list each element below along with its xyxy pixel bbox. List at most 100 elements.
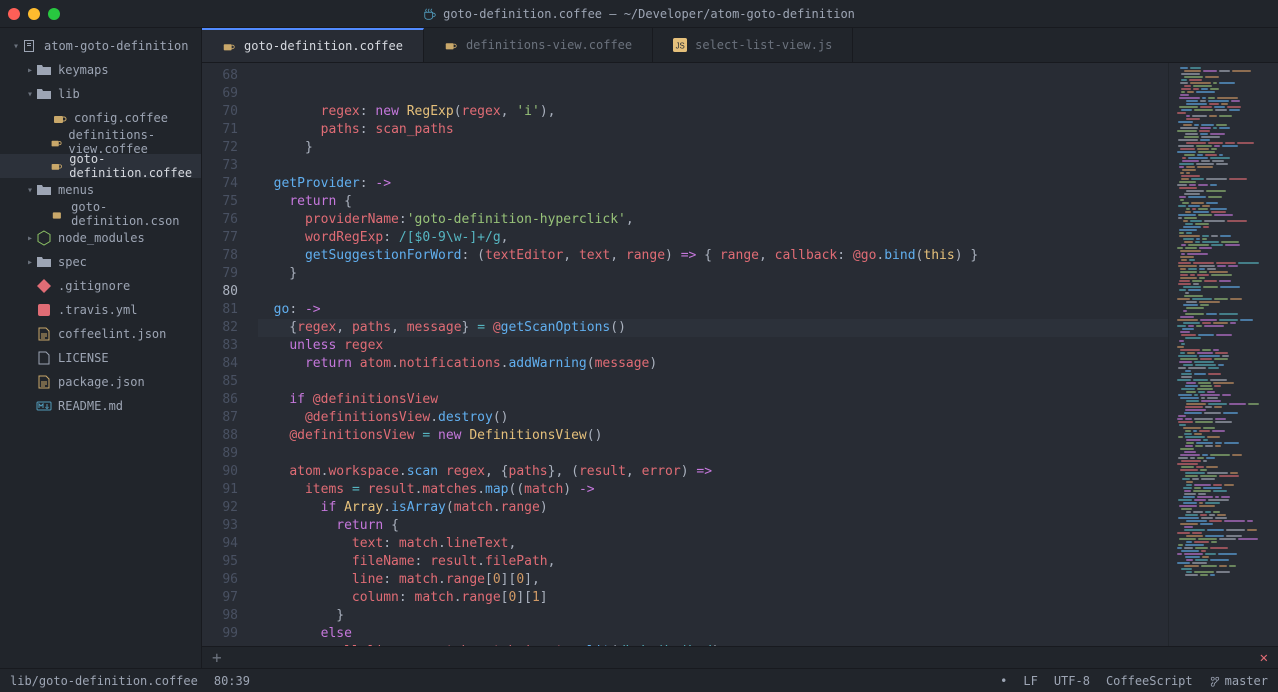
line-number: 78 xyxy=(202,247,238,265)
status-line-ending[interactable]: LF xyxy=(1023,674,1037,688)
code-line[interactable]: return { xyxy=(258,517,1168,535)
chevron-icon: ▸ xyxy=(24,65,36,76)
status-encoding[interactable]: UTF-8 xyxy=(1054,674,1090,688)
line-number: 94 xyxy=(202,535,238,553)
code-line[interactable]: atom.workspace.scan regex, {paths}, (res… xyxy=(258,463,1168,481)
code-line[interactable]: @definitionsView = new DefinitionsView() xyxy=(258,427,1168,445)
line-number: 68 xyxy=(202,67,238,85)
window-minimize-button[interactable] xyxy=(28,8,40,20)
coffee-icon xyxy=(423,7,437,21)
code-line[interactable]: paths: scan_paths xyxy=(258,121,1168,139)
traffic-lights xyxy=(8,8,60,20)
tab-label: goto-definition.coffee xyxy=(244,39,403,53)
code-line[interactable]: return { xyxy=(258,193,1168,211)
tree-item-label: goto-definition.cson xyxy=(71,200,201,228)
file-tree-sidebar[interactable]: ▾ atom-goto-definition ▸keymaps▾lib conf… xyxy=(0,28,202,668)
code-line[interactable]: regex: new RegExp(regex, 'i'), xyxy=(258,103,1168,121)
tree-item-label: spec xyxy=(58,255,87,269)
editor-body[interactable]: 6869707172737475767778798081828384858687… xyxy=(202,63,1278,646)
status-cursor-position[interactable]: 80:39 xyxy=(214,674,250,688)
code-line[interactable]: go: -> xyxy=(258,301,1168,319)
code-line[interactable]: fileName: result.filePath, xyxy=(258,553,1168,571)
tree-item-label: LICENSE xyxy=(58,351,109,365)
tree-item-lib[interactable]: ▾lib xyxy=(0,82,201,106)
tree-item-node_modules[interactable]: ▸node_modules xyxy=(0,226,201,250)
code-line[interactable]: else xyxy=(258,625,1168,643)
code-line[interactable]: return atom.notifications.addWarning(mes… xyxy=(258,355,1168,373)
tab-bar[interactable]: goto-definition.coffee definitions-view.c… xyxy=(202,28,1278,63)
close-panel-button[interactable]: ✕ xyxy=(1260,650,1268,666)
code-line[interactable]: } xyxy=(258,265,1168,283)
line-number: 98 xyxy=(202,607,238,625)
tab-goto-definition-coffee[interactable]: goto-definition.coffee xyxy=(202,28,424,62)
tree-item-keymaps[interactable]: ▸keymaps xyxy=(0,58,201,82)
git-icon xyxy=(36,278,52,294)
code-line[interactable]: {regex, paths, message} = @getScanOption… xyxy=(258,319,1168,337)
status-language[interactable]: CoffeeScript xyxy=(1106,674,1193,688)
tab-select-list-view-js[interactable]: JSselect-list-view.js xyxy=(653,28,853,62)
main-area: ▾ atom-goto-definition ▸keymaps▾lib conf… xyxy=(0,28,1278,668)
add-tab-button[interactable]: + xyxy=(212,648,222,667)
tree-item-README-md[interactable]: README.md xyxy=(0,394,201,418)
tree-item--travis-yml[interactable]: .travis.yml xyxy=(0,298,201,322)
status-file-path[interactable]: lib/goto-definition.coffee xyxy=(10,674,198,688)
code-line[interactable]: items = result.matches.map((match) -> xyxy=(258,481,1168,499)
tree-item-package-json[interactable]: package.json xyxy=(0,370,201,394)
code-line[interactable]: @definitionsView.destroy() xyxy=(258,409,1168,427)
coffee-icon xyxy=(50,158,63,174)
tree-item-goto-definition-coffee[interactable]: goto-definition.coffee xyxy=(0,154,201,178)
code-line[interactable] xyxy=(258,283,1168,301)
code-line[interactable]: getProvider: -> xyxy=(258,175,1168,193)
code-line[interactable]: all_lines = match.match.input.split(/\r\… xyxy=(258,643,1168,646)
code-line[interactable]: wordRegExp: /[$0-9\w-]+/g, xyxy=(258,229,1168,247)
tree-item-label: goto-definition.coffee xyxy=(69,152,201,180)
chevron-icon: ▸ xyxy=(24,257,36,268)
tree-item-label: config.coffee xyxy=(74,111,168,125)
coffee-icon xyxy=(444,38,458,52)
line-number: 79 xyxy=(202,265,238,283)
line-number: 85 xyxy=(202,373,238,391)
tree-item--gitignore[interactable]: .gitignore xyxy=(0,274,201,298)
tree-item-menus[interactable]: ▾menus xyxy=(0,178,201,202)
line-number: 73 xyxy=(202,157,238,175)
tree-item-label: menus xyxy=(58,183,94,197)
line-number: 99 xyxy=(202,625,238,643)
line-number: 70 xyxy=(202,103,238,121)
code-line[interactable]: unless regex xyxy=(258,337,1168,355)
code-line[interactable]: if @definitionsView xyxy=(258,391,1168,409)
code-line[interactable]: text: match.lineText, xyxy=(258,535,1168,553)
code-line[interactable] xyxy=(258,445,1168,463)
chevron-icon: ▸ xyxy=(24,233,36,244)
code-line[interactable]: } xyxy=(258,139,1168,157)
tree-root[interactable]: ▾ atom-goto-definition xyxy=(0,34,201,58)
code-line[interactable]: } xyxy=(258,607,1168,625)
tab-label: select-list-view.js xyxy=(695,38,832,52)
code-line[interactable] xyxy=(258,157,1168,175)
code-line[interactable] xyxy=(258,373,1168,391)
minimap[interactable] xyxy=(1168,63,1278,646)
tree-item-goto-definition-cson[interactable]: goto-definition.cson xyxy=(0,202,201,226)
code-line[interactable]: column: match.range[0][1] xyxy=(258,589,1168,607)
tree-item-coffeelint-json[interactable]: coffeelint.json xyxy=(0,322,201,346)
tree-item-LICENSE[interactable]: LICENSE xyxy=(0,346,201,370)
code-line[interactable]: providerName:'goto-definition-hyperclick… xyxy=(258,211,1168,229)
line-number: 90 xyxy=(202,463,238,481)
code-line[interactable]: getSuggestionForWord: (textEditor, text,… xyxy=(258,247,1168,265)
window-maximize-button[interactable] xyxy=(48,8,60,20)
line-number: 72 xyxy=(202,139,238,157)
tree-item-config-coffee[interactable]: config.coffee xyxy=(0,106,201,130)
code-content[interactable]: regex: new RegExp(regex, 'i'), paths: sc… xyxy=(250,63,1168,646)
tab-definitions-view-coffee[interactable]: definitions-view.coffee xyxy=(424,28,653,62)
status-git-branch[interactable]: master xyxy=(1209,674,1268,688)
tree-item-spec[interactable]: ▸ spec xyxy=(0,250,201,274)
tree-item-definitions-view-coffee[interactable]: definitions-view.coffee xyxy=(0,130,201,154)
window-close-button[interactable] xyxy=(8,8,20,20)
line-number: 88 xyxy=(202,427,238,445)
tree-item-label: package.json xyxy=(58,375,145,389)
line-number: 83 xyxy=(202,337,238,355)
code-line[interactable]: if Array.isArray(match.range) xyxy=(258,499,1168,517)
line-number: 80 xyxy=(202,283,238,301)
code-line[interactable]: line: match.range[0][0], xyxy=(258,571,1168,589)
bottom-tab-row: + ✕ xyxy=(202,646,1278,668)
repo-icon xyxy=(22,38,38,54)
